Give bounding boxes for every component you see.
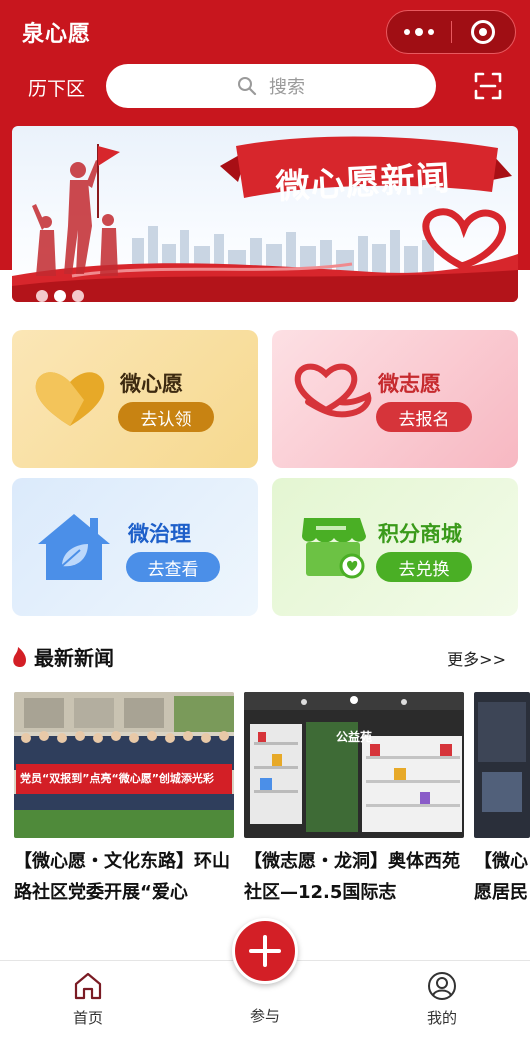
search-input[interactable]: 搜索	[106, 64, 436, 108]
more-menu-button[interactable]	[387, 28, 451, 36]
app-title: 泉心愿	[22, 22, 92, 47]
plus-icon	[249, 935, 281, 967]
tab-participate[interactable]: 参与	[225, 1005, 305, 1026]
news-section-header: 最新新闻	[12, 642, 114, 671]
heart-icon	[35, 372, 105, 426]
news-thumbnail[interactable]: 党员“双报到”点亮“微心愿”创城添光彩	[14, 692, 234, 838]
news-title[interactable]: 【微志愿・龙洞】奥体西苑社区—12.5国际志	[244, 846, 466, 910]
signup-button[interactable]: 去报名	[376, 402, 472, 432]
pagination-dot[interactable]	[72, 290, 84, 302]
more-dot-icon	[403, 29, 410, 35]
news-title[interactable]: 【微心愿居民	[474, 846, 530, 910]
news-photo-partial	[474, 692, 530, 838]
tab-home[interactable]: 首页	[48, 971, 128, 1028]
card-micro-volunteer[interactable]: 微志愿 去报名	[272, 330, 518, 468]
tab-mine[interactable]: 我的	[402, 971, 482, 1028]
card-title: 微志愿	[378, 372, 441, 396]
news-photo-banner-text: 党员“双报到”点亮“微心愿”创城添光彩	[20, 772, 214, 785]
participate-plus-button[interactable]	[232, 918, 298, 984]
card-title: 积分商城	[378, 522, 462, 546]
news-photo-room	[244, 692, 464, 838]
shop-icon	[302, 518, 366, 579]
mini-program-capsule	[386, 10, 516, 54]
pagination-dot[interactable]	[36, 290, 48, 302]
card-title: 微治理	[128, 522, 191, 546]
card-micro-governance[interactable]: 微治理 去查看	[12, 478, 258, 616]
card-micro-wish[interactable]: 微心愿 去认领	[12, 330, 258, 468]
flame-icon	[13, 646, 26, 667]
news-photo-sign-text: 公益苑	[336, 730, 373, 744]
news-thumbnail[interactable]: 公益苑	[244, 692, 464, 838]
tab-home-label: 首页	[72, 1009, 103, 1027]
news-photo-group	[14, 692, 234, 838]
pagination-dot-active[interactable]	[54, 290, 66, 302]
target-close-icon	[471, 20, 496, 44]
search-placeholder: 搜索	[269, 77, 305, 98]
home-icon	[74, 972, 102, 1000]
user-icon	[428, 972, 456, 1000]
tab-mine-label: 我的	[426, 1009, 457, 1027]
house-leaf-icon	[38, 514, 110, 580]
hand-heart-icon	[294, 363, 372, 418]
card-points-mall[interactable]: 积分商城 去兑换	[272, 478, 518, 616]
claim-button[interactable]: 去认领	[118, 402, 214, 432]
search-icon	[238, 77, 257, 96]
close-mini-program-button[interactable]	[452, 20, 516, 44]
banner-pagination	[36, 290, 84, 302]
card-title: 微心愿	[120, 372, 183, 396]
tab-participate-label: 参与	[249, 1007, 280, 1025]
news-section-title: 最新新闻	[34, 646, 114, 670]
redeem-button[interactable]: 去兑换	[376, 552, 472, 582]
news-thumbnail[interactable]	[474, 692, 530, 838]
more-dot-icon	[414, 28, 423, 36]
scan-icon[interactable]	[474, 72, 502, 100]
view-button[interactable]: 去查看	[126, 552, 220, 582]
more-dot-icon	[427, 29, 434, 35]
news-title[interactable]: 【微心愿・文化东路】环山路社区党委开展“爱心	[14, 846, 236, 910]
news-more-link[interactable]: 更多>>	[447, 646, 506, 670]
district-selector[interactable]: 历下区	[28, 74, 85, 101]
